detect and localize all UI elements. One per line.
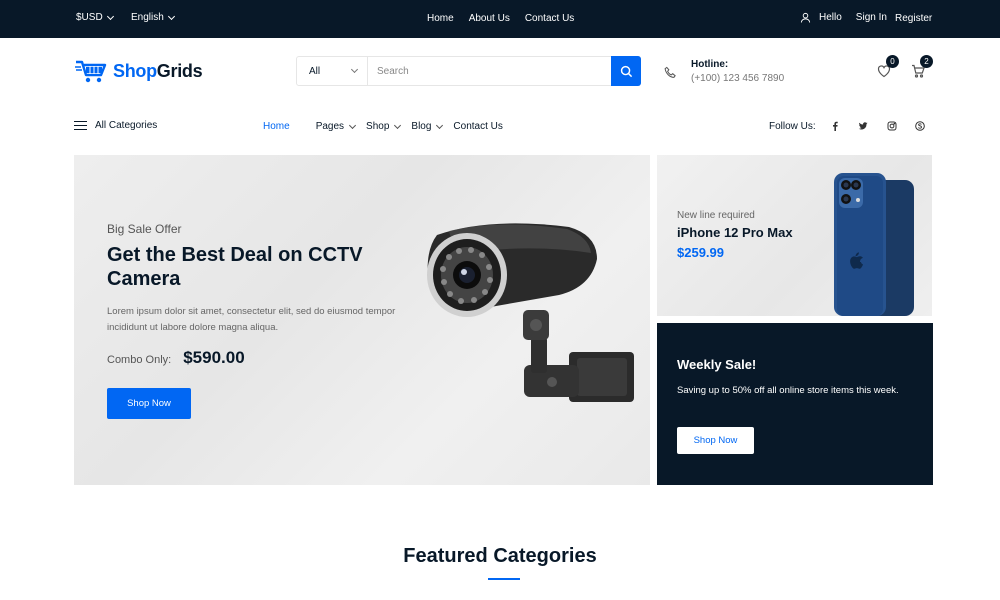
logo-text: ShopGrids bbox=[113, 60, 203, 81]
site-logo[interactable]: ShopGrids bbox=[75, 58, 203, 84]
hotline-label: Hotline: bbox=[691, 59, 729, 70]
search-category-value: All bbox=[309, 65, 321, 77]
wishlist-button[interactable]: 0 bbox=[877, 55, 899, 80]
chevron-down-icon bbox=[394, 121, 402, 129]
user-icon bbox=[800, 12, 811, 23]
nav-item-contact[interactable]: Contact Us bbox=[453, 121, 502, 132]
currency-label: $USD bbox=[76, 12, 103, 23]
all-categories-button[interactable]: All Categories bbox=[74, 120, 157, 131]
main-nav: Home Pages Shop Blog Contact Us bbox=[263, 121, 503, 132]
twitter-icon[interactable] bbox=[857, 120, 869, 132]
top-nav-about[interactable]: About Us bbox=[469, 13, 510, 24]
iphone-image bbox=[834, 173, 914, 316]
chevron-down-icon bbox=[350, 65, 359, 74]
nav-item-label: Home bbox=[263, 121, 290, 132]
top-nav-home[interactable]: Home bbox=[427, 13, 454, 24]
iphone-promo-banner[interactable]: New line required iPhone 12 Pro Max $259… bbox=[657, 155, 932, 316]
top-bar: $USD English Home About Us Contact Us He… bbox=[0, 0, 1000, 38]
nav-item-label: Pages bbox=[315, 121, 345, 132]
hotline: Hotline: (+100) 123 456 7890 bbox=[664, 59, 784, 84]
hero-price-label: Combo Only: bbox=[107, 354, 172, 366]
language-selector[interactable]: English bbox=[131, 12, 175, 23]
hotline-number[interactable]: (+100) 123 456 7890 bbox=[691, 73, 784, 84]
search-input[interactable] bbox=[368, 57, 611, 85]
featured-categories-title: Featured Categories bbox=[403, 545, 597, 567]
cctv-camera-image bbox=[427, 223, 634, 402]
sign-in-link[interactable]: Sign In bbox=[856, 12, 887, 23]
weekly-sale-banner: Weekly Sale! Saving up to 50% off all on… bbox=[657, 323, 933, 485]
chevron-down-icon bbox=[167, 12, 175, 20]
chevron-down-icon bbox=[106, 12, 114, 20]
all-categories-label: All Categories bbox=[95, 120, 158, 131]
wishlist-count-badge: 0 bbox=[886, 55, 899, 68]
nav-item-shop[interactable]: Shop bbox=[366, 121, 402, 132]
nav-item-label: Blog bbox=[411, 121, 432, 132]
hero-subtitle: Big Sale Offer bbox=[107, 222, 182, 236]
cart-count-badge: 2 bbox=[920, 55, 933, 68]
promo-title: iPhone 12 Pro Max bbox=[677, 225, 793, 240]
cart-logo-icon bbox=[75, 60, 107, 83]
weekly-sale-shop-now-button[interactable]: Shop Now bbox=[677, 427, 754, 454]
nav-item-blog[interactable]: Blog bbox=[411, 121, 444, 132]
chevron-down-icon bbox=[349, 121, 357, 129]
nav-item-home[interactable]: Home bbox=[263, 121, 290, 132]
hero-title: Get the Best Deal on CCTV Camera bbox=[107, 244, 363, 290]
weekly-sale-description: Saving up to 50% off all online store it… bbox=[677, 385, 899, 396]
search-category-select[interactable]: All bbox=[297, 57, 368, 85]
user-area: Hello Sign In bbox=[800, 12, 887, 23]
nav-item-label: Contact Us bbox=[453, 121, 503, 132]
phone-icon bbox=[664, 66, 676, 78]
weekly-sale-title: Weekly Sale! bbox=[677, 357, 757, 372]
follow-us-label: Follow Us: bbox=[769, 121, 816, 132]
promo-price: $259.99 bbox=[677, 245, 724, 260]
nav-item-label: Shop bbox=[366, 121, 390, 132]
promo-subtitle: New line required bbox=[677, 210, 755, 221]
greeting-text: Hello bbox=[819, 12, 842, 23]
title-underline bbox=[488, 578, 520, 580]
cart-button[interactable]: 2 bbox=[911, 55, 933, 80]
nav-item-pages[interactable]: Pages bbox=[315, 121, 357, 132]
register-link[interactable]: Register bbox=[895, 13, 932, 24]
search-bar: All bbox=[296, 56, 641, 86]
currency-selector[interactable]: $USD bbox=[76, 12, 114, 23]
hero-banner: Big Sale Offer Get the Best Deal on CCTV… bbox=[74, 155, 650, 485]
instagram-icon[interactable] bbox=[886, 120, 898, 132]
top-nav: Home About Us Contact Us bbox=[427, 13, 574, 24]
hero-price: Combo Only: $590.00 bbox=[107, 348, 245, 368]
search-icon bbox=[620, 65, 632, 77]
hero-shop-now-button[interactable]: Shop Now bbox=[107, 388, 191, 419]
hero-description: Lorem ipsum dolor sit amet, consectetur … bbox=[107, 306, 396, 333]
top-nav-contact[interactable]: Contact Us bbox=[525, 13, 574, 24]
language-label: English bbox=[131, 12, 164, 23]
facebook-icon[interactable] bbox=[829, 120, 841, 132]
menu-icon bbox=[74, 120, 87, 131]
chevron-down-icon bbox=[436, 121, 444, 129]
search-button[interactable] bbox=[611, 56, 641, 86]
hero-price-value: $590.00 bbox=[183, 348, 245, 367]
skype-icon[interactable] bbox=[914, 120, 926, 132]
